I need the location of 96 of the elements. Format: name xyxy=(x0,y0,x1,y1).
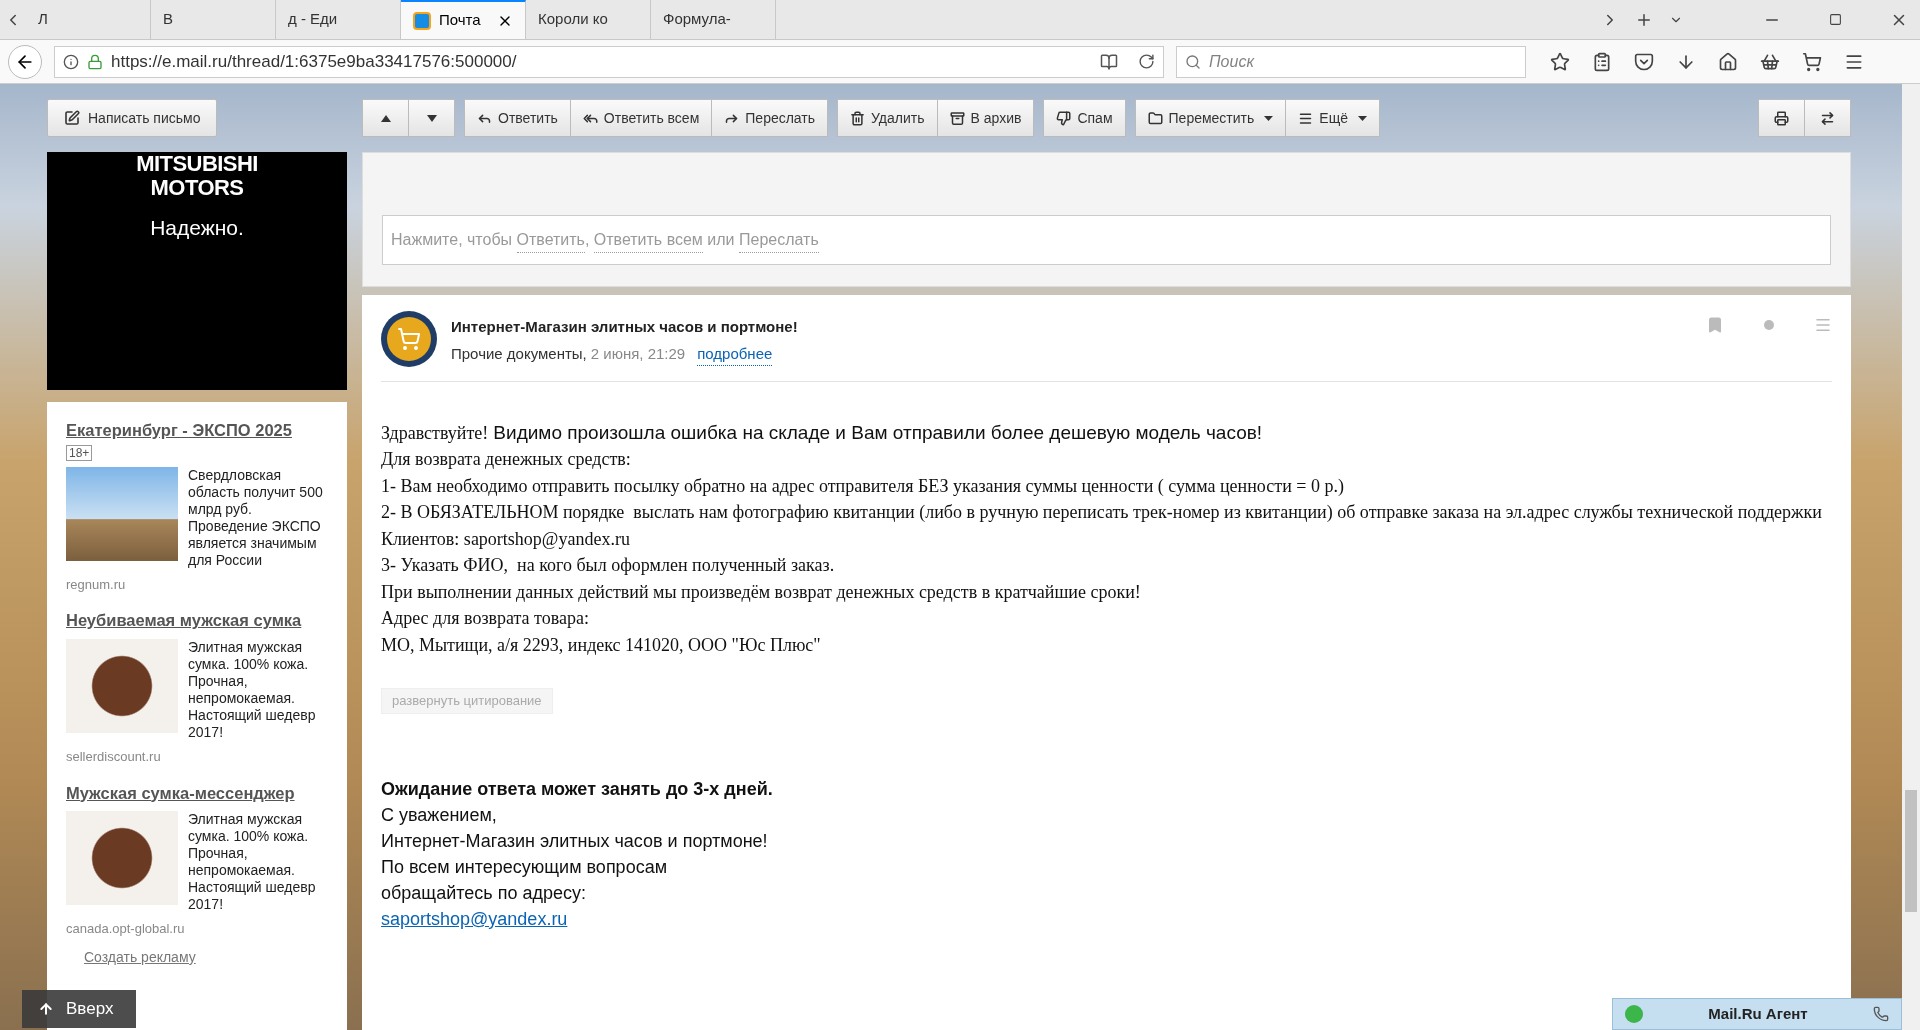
star-icon[interactable] xyxy=(1550,51,1570,72)
toolbar-button[interactable]: Удалить xyxy=(837,99,938,137)
ad-source: canada.opt-global.ru xyxy=(66,920,186,939)
printer-icon xyxy=(1774,110,1789,126)
back-button[interactable] xyxy=(8,44,42,79)
basket-icon[interactable] xyxy=(1760,51,1780,72)
reload-icon[interactable] xyxy=(1138,53,1155,70)
hint-text: или xyxy=(706,230,736,250)
browser-tab[interactable]: Почта xyxy=(401,0,526,39)
message-line: МО, Мытищи, а/я 2293, индекс 141020, ООО "Юс Плюс" xyxy=(381,633,822,657)
toolbar-button[interactable]: Переместить xyxy=(1134,99,1287,137)
tab-label: д - Еди xyxy=(288,9,338,30)
info-icon[interactable] xyxy=(63,53,79,70)
photo-placeholder[interactable] xyxy=(66,811,178,906)
toolbar-button[interactable]: Переслать xyxy=(711,99,829,137)
greeting-text: Здравствуйте! xyxy=(381,422,489,445)
ad-description: Свердловская область получит 500 млрд руб. Проведение ЭКСПО является значимым для России xyxy=(188,466,324,569)
banner-brand: MITSUBISHI MOTORS xyxy=(135,152,259,200)
search-icon xyxy=(1185,53,1201,70)
tab-label: В xyxy=(163,9,173,30)
toolbar-button[interactable] xyxy=(1758,99,1805,137)
ad-title-link[interactable]: Мужская сумка-мессенджер xyxy=(66,780,335,806)
message-date: 2 июня, 21:29 xyxy=(590,344,686,364)
agent-label: Mail.Ru Агент xyxy=(1708,1003,1808,1024)
url-text: https://e.mail.ru/thread/1:6375e9ba33417576:500000/ xyxy=(111,50,517,73)
folder-icon xyxy=(1147,110,1163,126)
maximize-icon[interactable] xyxy=(1829,13,1842,26)
scrollbar-thumb[interactable] xyxy=(1905,790,1917,912)
scrollbar[interactable] xyxy=(1902,84,1920,1030)
toolbar-button[interactable]: Ещё xyxy=(1285,99,1380,137)
phone-icon[interactable] xyxy=(1873,1006,1889,1022)
photo-placeholder[interactable] xyxy=(66,639,178,733)
hint-text: Нажмите, чтобы xyxy=(391,230,514,250)
agent-bar[interactable]: Mail.Ru Агент xyxy=(1612,998,1902,1030)
signature-line: С уважением, xyxy=(381,804,498,827)
tab-label: Формула- xyxy=(663,9,731,30)
ad-title-link[interactable]: Неубиваемая мужская сумка xyxy=(66,608,335,633)
signature-line: обращайтесь по адресу: xyxy=(381,882,587,905)
sender-name: Интернет-Магазин элитных часов и портмоне! xyxy=(451,317,798,337)
tab-label: Почта xyxy=(439,10,481,31)
browser-tab[interactable]: Короли ко xyxy=(526,0,651,39)
triangle-up-icon xyxy=(380,114,391,122)
folder-name: Прочие документы, xyxy=(451,344,587,364)
clipboard-icon[interactable] xyxy=(1592,51,1612,72)
convert-icon xyxy=(1820,110,1835,126)
triangle-down-icon xyxy=(426,114,437,122)
toolbar-button[interactable]: Ответить всем xyxy=(569,99,713,137)
photo-placeholder[interactable] xyxy=(66,466,178,561)
message-line: Для возврата денежных средств: xyxy=(381,448,632,471)
thumbs-down-icon xyxy=(1056,110,1072,126)
ad-description: Элитная мужская сумка. 100% кожа. Прочная, непромокаемая. Настоящий шедевр 2017! xyxy=(188,639,317,741)
tab-label: Короли ко xyxy=(538,9,608,30)
archive-icon xyxy=(949,110,965,126)
browser-tab[interactable]: Формула- xyxy=(651,0,776,39)
toolbar-button[interactable]: В архив xyxy=(936,99,1035,137)
details-link[interactable]: подробнее xyxy=(697,342,773,366)
signature-line: По всем интересующим вопросам xyxy=(381,856,669,879)
toolbar-button[interactable] xyxy=(1804,99,1851,137)
tab-label: Л xyxy=(38,9,48,30)
ad-source: regnum.ru xyxy=(66,575,127,594)
create-ad-link[interactable]: Создать рекламу xyxy=(84,946,196,968)
message-line: 2- В ОБЯЗАТЕЛЬНОМ порядке выслать нам фотографию квитанции (либо в ручную переписать трек-номер из квитанции) об отправке заказа на эл.адрес службы технической поддержки Клиентов: saportshop@yandex.ru xyxy=(381,501,1823,551)
trash-icon xyxy=(850,110,866,126)
search-field[interactable]: Поиск xyxy=(1176,45,1526,78)
hint-text: , xyxy=(584,230,591,250)
message-line: 1- Вам необходимо отправить посылку обратно на адрес отправителя БЕЗ указания суммы ценности ( сумма ценности = 0 р.) xyxy=(381,474,1345,498)
toolbar-button[interactable]: Спам xyxy=(1043,99,1126,137)
search-input[interactable]: Поиск xyxy=(1209,49,1517,74)
cart-icon xyxy=(397,327,421,351)
ad-title-link[interactable]: Екатеринбург - ЭКСПО 2025 xyxy=(66,418,335,443)
email-link[interactable]: saportshop@yandex.ru xyxy=(381,906,568,932)
banner-ad[interactable]: MITSUBISHI MOTORS Надежно. xyxy=(47,152,347,390)
message-line: При выполнении данных действий мы произведём возврат денежных средств в кратчайшие сроки! xyxy=(381,580,1142,604)
intro-text: Видимо произошла ошибка на складе и Вам отправили более дешевую модель часов! xyxy=(493,421,1263,445)
mail-logo-icon xyxy=(413,11,431,30)
ad-description: Элитная мужская сумка. 100% кожа. Прочная, непромокаемая. Настоящий шедевр 2017! xyxy=(188,811,317,914)
compose-button[interactable]: Написать письмо xyxy=(47,99,218,137)
cart-icon[interactable] xyxy=(1802,51,1822,72)
browser-tab[interactable]: Л xyxy=(26,0,151,39)
url-field[interactable]: https://e.mail.ru/thread/1:6375e9ba33417576:500000/ xyxy=(54,45,1164,78)
ad-source: sellerdiscount.ru xyxy=(66,748,162,766)
scroll-top-button[interactable]: Вверх xyxy=(22,990,136,1028)
age-rating-badge: 18+ xyxy=(66,444,93,461)
menu-icon xyxy=(1298,110,1314,126)
note-text: Ожидание ответа может занять до 3-х дней. xyxy=(381,778,774,801)
banner-slogan: Надежно. xyxy=(150,215,244,241)
message-line: Адрес для возврата товара: xyxy=(381,607,590,630)
reader-icon[interactable] xyxy=(1100,52,1118,71)
toolbar-button[interactable]: Ответить xyxy=(464,99,571,137)
lock-icon xyxy=(87,53,103,70)
home-icon[interactable] xyxy=(1718,51,1738,72)
message-line: 3- Указать ФИО, на кого был оформлен полученный заказ. xyxy=(381,554,836,577)
signature-line: Интернет-Магазин элитных часов и портмоне! xyxy=(381,830,769,853)
compose-icon xyxy=(64,110,80,126)
pocket-icon[interactable] xyxy=(1634,51,1654,72)
browser-tab[interactable]: В xyxy=(151,0,276,39)
